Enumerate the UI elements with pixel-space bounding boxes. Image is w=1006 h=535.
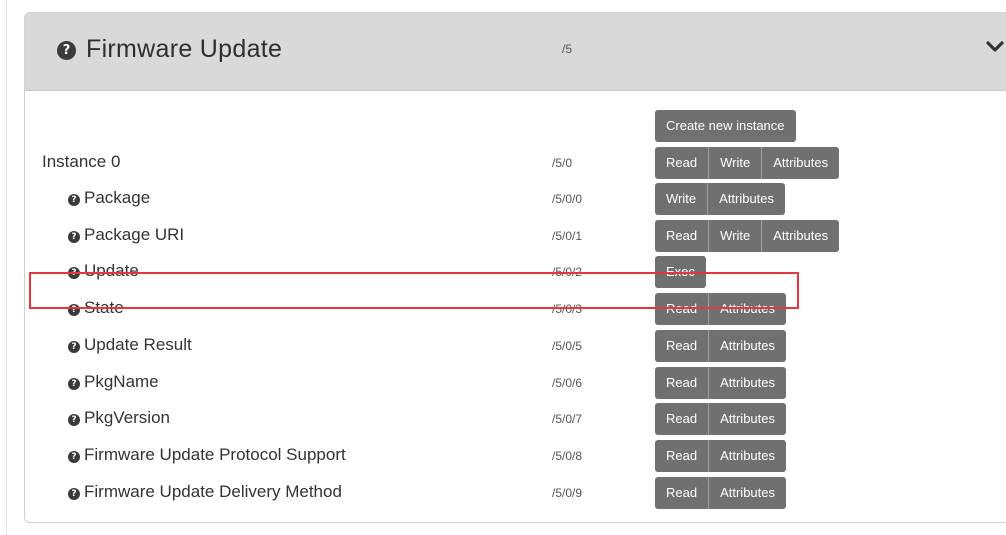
attributes-button[interactable]: Attributes <box>709 477 786 509</box>
button-group: Read Write Attributes <box>655 147 840 179</box>
button-group: Read Attributes <box>655 440 786 472</box>
attributes-button[interactable]: Attributes <box>762 147 840 179</box>
attributes-button[interactable]: Attributes <box>709 330 786 362</box>
row-label: ? PkgName <box>68 372 159 392</box>
row-path: /5/0/5 <box>552 339 583 353</box>
question-circle-icon[interactable]: ? <box>68 378 80 390</box>
read-button[interactable]: Read <box>655 367 710 399</box>
read-button[interactable]: Read <box>655 440 710 472</box>
row-label-text: Package URI <box>84 225 185 244</box>
row-label: ? Firmware Update Protocol Support <box>68 445 346 465</box>
row-path: /5/0/9 <box>552 486 583 500</box>
firmware-update-panel: ? Firmware Update /5 Create new instance… <box>24 12 1006 523</box>
highlight-box <box>29 272 799 309</box>
read-button[interactable]: Read <box>655 330 710 362</box>
create-instance-button[interactable]: Create new instance <box>655 110 796 142</box>
resource-row-package-uri: ? Package URI/5/0/1 Read Write Attributes <box>25 218 1006 254</box>
row-path: /5/0/6 <box>552 376 583 390</box>
question-circle-icon[interactable]: ? <box>68 231 80 243</box>
row-label-text: Package <box>84 188 151 207</box>
row-path: /5/0/7 <box>552 412 583 426</box>
row-label: ? Update Result <box>68 335 192 355</box>
attributes-button[interactable]: Attributes <box>709 367 786 399</box>
row-path: /5/0/1 <box>552 229 583 243</box>
page-left-border <box>6 0 7 535</box>
write-button[interactable]: Write <box>709 220 763 252</box>
attributes-button[interactable]: Attributes <box>762 220 840 252</box>
button-group: Write Attributes <box>655 183 786 215</box>
resource-row-pkgname: ? PkgName/5/0/6 Read Attributes <box>25 365 1006 401</box>
panel-header[interactable]: ? Firmware Update /5 <box>25 13 1006 91</box>
chevron-down-icon[interactable] <box>983 35 1006 59</box>
read-button[interactable]: Read <box>655 147 710 179</box>
row-label-text: Update Result <box>84 335 192 354</box>
row-label: ? Package URI <box>68 225 184 245</box>
row-label-text: Firmware Update Protocol Support <box>84 445 346 464</box>
row-label: ? Package <box>68 188 150 208</box>
question-circle-icon[interactable]: ? <box>68 451 80 463</box>
resource-row-firmware-update-delivery-method: ? Firmware Update Delivery Method/5/0/9 Re… <box>25 475 1006 511</box>
row-path: /5/0/0 <box>552 192 583 206</box>
question-circle-icon[interactable]: ? <box>68 341 80 353</box>
resource-row-update-result: ? Update Result/5/0/5 Read Attributes <box>25 328 1006 364</box>
row-path: /5/0 <box>552 156 573 170</box>
row-label-text: PkgVersion <box>84 408 170 427</box>
button-group: Read Attributes <box>655 477 786 509</box>
row-label-text: Instance 0 <box>42 152 121 171</box>
button-group: Read Attributes <box>655 403 786 435</box>
panel-title: Firmware Update <box>86 35 283 63</box>
button-group: Read Attributes <box>655 367 786 399</box>
read-button[interactable]: Read <box>655 403 710 435</box>
row-path: /5/0/8 <box>552 449 583 463</box>
row-label: ? Firmware Update Delivery Method <box>68 482 342 502</box>
row-label-text: Firmware Update Delivery Method <box>84 482 342 501</box>
read-button[interactable]: Read <box>655 220 710 252</box>
read-button[interactable]: Read <box>655 477 710 509</box>
row-label: ? PkgVersion <box>68 408 170 428</box>
resource-row-firmware-update-protocol-support: ? Firmware Update Protocol Support/5/0/8 R… <box>25 438 1006 474</box>
instance-row: Instance 0/5/0 Read Write Attributes <box>25 145 1006 181</box>
object-path: /5 <box>562 42 573 56</box>
attributes-button[interactable]: Attributes <box>708 183 786 215</box>
question-circle-icon[interactable]: ? <box>68 488 80 500</box>
write-button[interactable]: Write <box>655 183 709 215</box>
row-label: Instance 0 <box>42 152 120 172</box>
resource-row-pkgversion: ? PkgVersion/5/0/7 Read Attributes <box>25 401 1006 437</box>
question-circle-icon[interactable]: ? <box>57 41 76 60</box>
resource-row-package: ? Package/5/0/0 Write Attributes <box>25 181 1006 217</box>
button-group: Read Write Attributes <box>655 220 840 252</box>
question-circle-icon[interactable]: ? <box>68 194 80 206</box>
write-button[interactable]: Write <box>709 147 763 179</box>
row-label-text: PkgName <box>84 372 159 391</box>
attributes-button[interactable]: Attributes <box>709 440 786 472</box>
button-group: Read Attributes <box>655 330 786 362</box>
attributes-button[interactable]: Attributes <box>709 403 786 435</box>
question-circle-icon[interactable]: ? <box>68 414 80 426</box>
